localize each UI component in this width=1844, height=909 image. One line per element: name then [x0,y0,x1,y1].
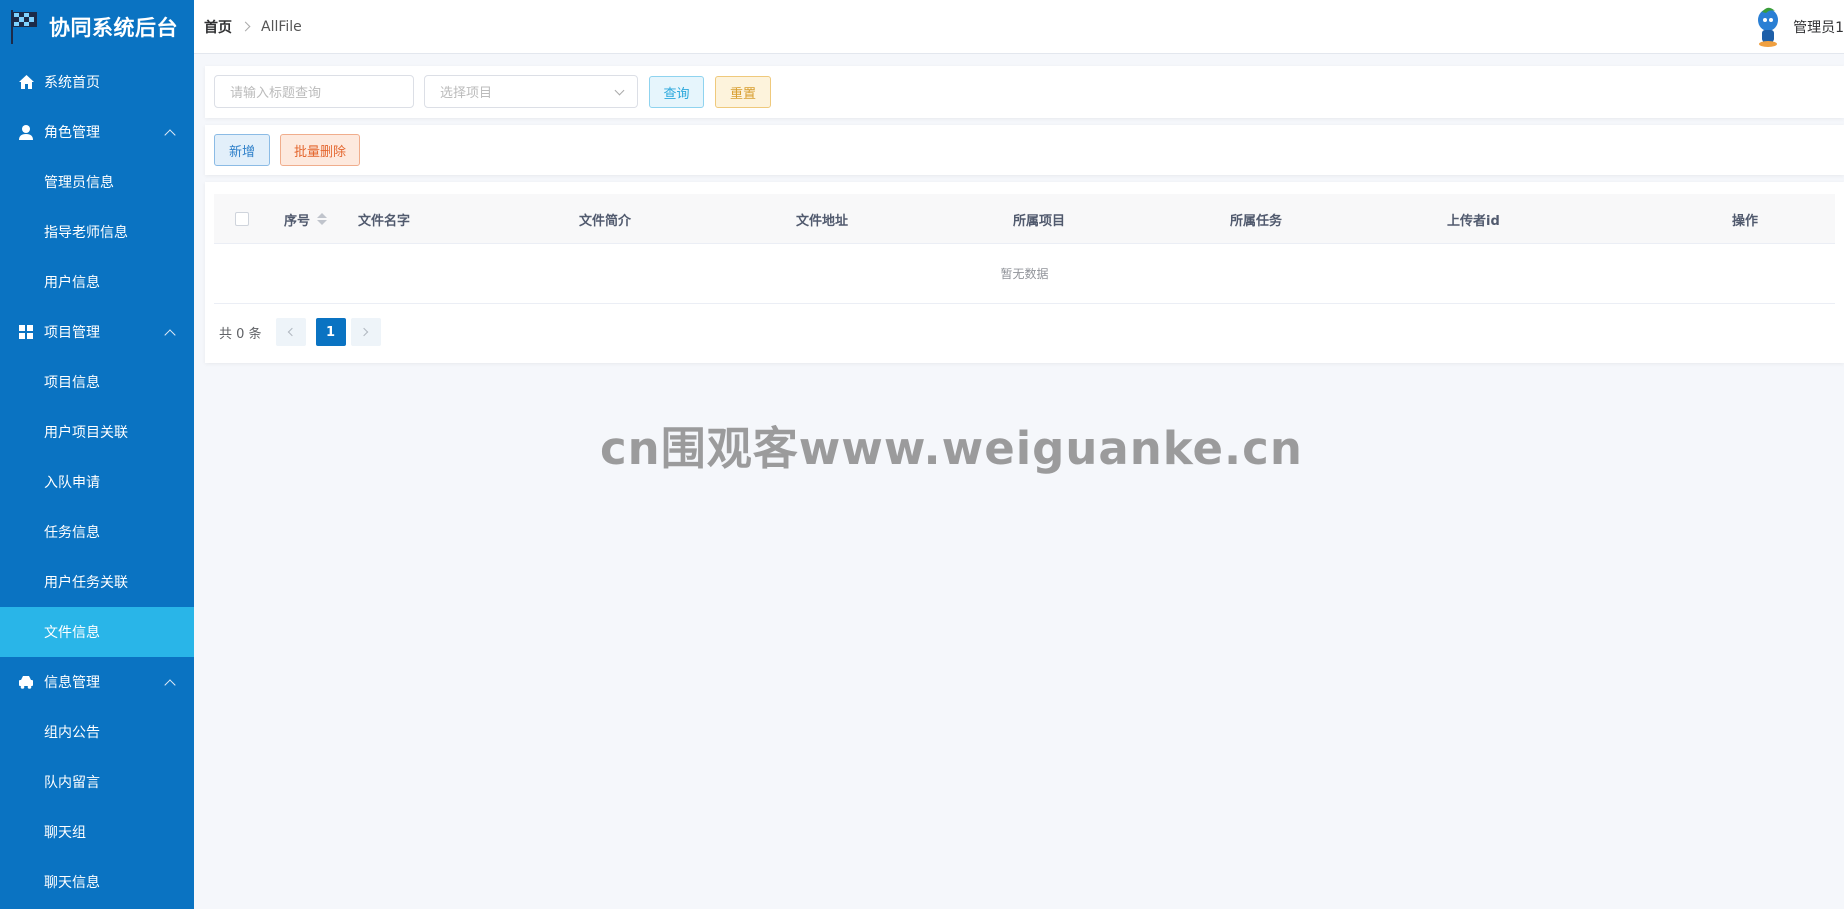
sidebar-group-roles[interactable]: 角色管理 [0,107,194,157]
search-panel: 请输入标题查询 选择项目 查询 重置 [205,66,1844,118]
user-name: 管理员1 [1793,20,1844,36]
column-header-uploader-id: 上传者id [1447,213,1500,229]
project-select[interactable]: 选择项目 [424,75,638,108]
prev-page-button[interactable] [275,318,306,346]
logo: 协同系统后台 [0,0,194,54]
chevron-up-icon [164,329,176,341]
next-page-button[interactable] [350,318,381,346]
sidebar-group-info[interactable]: 信息管理 [0,657,194,707]
page-number-button[interactable]: 1 [315,318,346,346]
car-icon [18,674,34,690]
title-search-input[interactable]: 请输入标题查询 [214,75,414,108]
user-icon [18,124,34,140]
home-icon [18,74,34,90]
chevron-left-icon [287,327,297,337]
toolbar: 新增 批量删除 [205,125,1844,175]
app-title: 协同系统后台 [49,16,178,40]
file-table: 序号 文件名字 文件简介 文件地址 所属项目 所属任务 上传者id 操作 暂无数… [214,194,1835,304]
sidebar-item-user-project[interactable]: 用户项目关联 [0,407,194,457]
grid-icon [18,324,34,340]
sidebar-item-task-info[interactable]: 任务信息 [0,507,194,557]
sidebar-item-file-info[interactable]: 文件信息 [0,607,194,657]
sidebar-item-label: 系统首页 [44,75,100,91]
select-all-checkbox[interactable] [235,194,249,244]
column-header-file-intro: 文件简介 [579,213,632,229]
add-button[interactable]: 新增 [214,134,270,166]
column-header-file-name: 文件名字 [358,213,411,229]
sidebar-item-team-message[interactable]: 队内留言 [0,757,194,807]
sidebar-item-teacher-info[interactable]: 指导老师信息 [0,207,194,257]
column-header-project: 所属项目 [1013,213,1066,229]
batch-delete-button[interactable]: 批量删除 [280,134,360,166]
table-panel: 序号 文件名字 文件简介 文件地址 所属项目 所属任务 上传者id 操作 暂无数… [205,182,1844,363]
sidebar-item-user-info[interactable]: 用户信息 [0,257,194,307]
sidebar-item-label: 项目管理 [44,325,100,341]
column-header-file-address: 文件地址 [796,213,849,229]
sidebar-item-user-task[interactable]: 用户任务关联 [0,557,194,607]
column-header-actions: 操作 [1732,213,1759,229]
sidebar-item-chat-group[interactable]: 聊天组 [0,807,194,857]
avatar [1758,7,1779,47]
project-select-placeholder: 选择项目 [440,86,493,101]
column-header-task: 所属任务 [1230,213,1283,229]
breadcrumb-home[interactable]: 首页 [204,17,232,37]
sidebar-item-project-info[interactable]: 项目信息 [0,357,194,407]
sidebar-item-join-request[interactable]: 入队申请 [0,457,194,507]
chevron-right-icon [240,21,251,32]
reset-button[interactable]: 重置 [715,76,771,108]
sidebar-group-projects[interactable]: 项目管理 [0,307,194,357]
empty-state: 暂无数据 [214,244,1835,304]
pagination: 共 0 条 1 [219,318,381,346]
sidebar-item-group-notice[interactable]: 组内公告 [0,707,194,757]
breadcrumb-current: AllFile [261,18,302,35]
sidebar-item-home[interactable]: 系统首页 [0,57,194,107]
watermark: cn围观客www.weiguanke.cn [600,422,1303,475]
chevron-up-icon [164,129,176,141]
flag-logo-icon [11,10,37,44]
chevron-right-icon [359,327,369,337]
column-header-index[interactable]: 序号 [284,194,328,244]
breadcrumb: 首页 AllFile [194,17,302,37]
chevron-down-icon [614,85,625,96]
sidebar-item-label: 信息管理 [44,675,100,691]
sidebar: 协同系统后台 系统首页 角色管理 管理员信息 指导老师信息 用户信息 项目管理 … [0,0,194,909]
sidebar-item-admin-info[interactable]: 管理员信息 [0,157,194,207]
table-header: 序号 文件名字 文件简介 文件地址 所属项目 所属任务 上传者id 操作 [214,194,1835,244]
chevron-up-icon [164,679,176,691]
sort-icon[interactable] [317,213,328,225]
pagination-total: 共 0 条 [219,326,262,342]
sidebar-item-label: 角色管理 [44,125,100,141]
user-menu[interactable]: 管理员1 [1753,0,1844,54]
header: 首页 AllFile 管理员1 [194,0,1844,54]
query-button[interactable]: 查询 [649,76,704,108]
sidebar-item-chat-info[interactable]: 聊天信息 [0,857,194,907]
